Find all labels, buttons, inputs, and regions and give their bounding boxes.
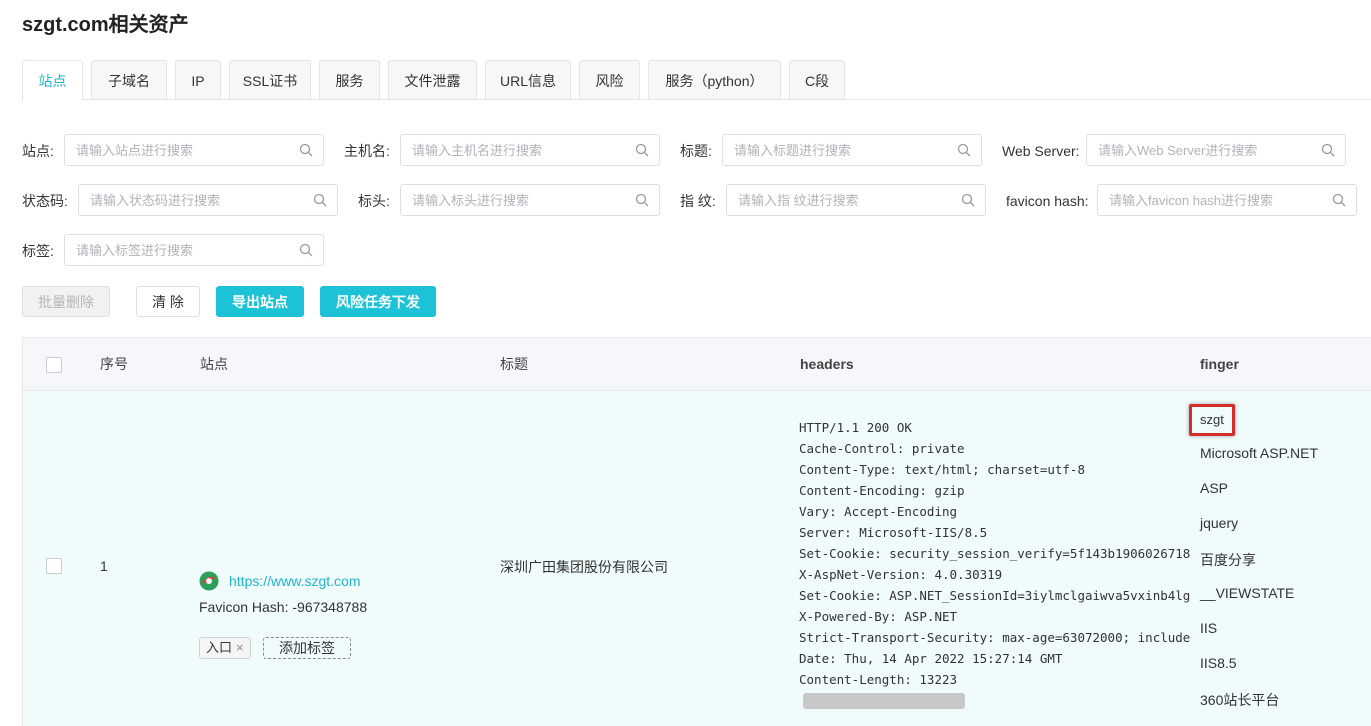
- hostname-search-box: [400, 134, 660, 166]
- tag-label: 入口: [206, 640, 233, 655]
- tag-filter-label: 标签:: [22, 243, 54, 259]
- page-title: szgt.com相关资产: [22, 14, 189, 36]
- finger-item: IIS: [1200, 620, 1218, 636]
- webserver-search-box: [1086, 134, 1346, 166]
- response-headers: HTTP/1.1 200 OK Cache-Control: private C…: [799, 420, 1191, 687]
- header-search-box: [400, 184, 660, 216]
- row-index: 1: [100, 558, 108, 574]
- search-icon[interactable]: [313, 193, 327, 207]
- search-icon[interactable]: [1321, 143, 1335, 157]
- search-icon[interactable]: [1332, 193, 1346, 207]
- finger-search-input[interactable]: [727, 185, 985, 215]
- search-icon[interactable]: [957, 143, 971, 157]
- tab-ip[interactable]: IP: [175, 60, 221, 100]
- tab-service-python[interactable]: 服务（python）: [648, 60, 781, 100]
- finger-search-box: [726, 184, 986, 216]
- favicon-search-box: [1097, 184, 1357, 216]
- header-search-input[interactable]: [401, 185, 659, 215]
- sites-table: 序号 站点 标题 headers finger 1 https://www.sz…: [22, 337, 1371, 726]
- finger-item: IIS8.5: [1200, 655, 1237, 671]
- hostname-filter-label: 主机名:: [344, 143, 390, 159]
- search-icon[interactable]: [299, 243, 313, 257]
- dispatch-risk-task-button[interactable]: 风险任务下发: [320, 286, 436, 317]
- status-search-box: [78, 184, 338, 216]
- site-search-box: [64, 134, 324, 166]
- search-icon[interactable]: [299, 143, 313, 157]
- finger-filter-label: 指 纹:: [680, 193, 716, 209]
- title-filter-label: 标题:: [680, 143, 712, 159]
- status-search-input[interactable]: [79, 185, 337, 215]
- row-title: 深圳广田集团股份有限公司: [500, 559, 668, 575]
- search-icon[interactable]: [635, 143, 649, 157]
- site-url-link[interactable]: https://www.szgt.com: [229, 573, 360, 589]
- tab-site[interactable]: 站点: [22, 60, 83, 101]
- finger-item: ASP: [1200, 480, 1229, 496]
- finger-item: jquery: [1200, 515, 1239, 531]
- select-all-checkbox[interactable]: [46, 357, 62, 373]
- tag-chip: 入口 ×: [199, 637, 251, 659]
- finger-item: 360站长平台: [1200, 692, 1280, 708]
- tab-ssl-cert[interactable]: SSL证书: [229, 60, 311, 100]
- column-index: 序号: [100, 356, 128, 372]
- tab-subdomain[interactable]: 子域名: [91, 60, 167, 100]
- search-icon[interactable]: [961, 193, 975, 207]
- site-favicon-icon: [199, 571, 219, 591]
- tab-url-info[interactable]: URL信息: [485, 60, 571, 100]
- favicon-search-input[interactable]: [1098, 185, 1356, 215]
- table-header: 序号 站点 标题 headers finger: [23, 338, 1371, 391]
- hostname-search-input[interactable]: [401, 135, 659, 165]
- clear-button[interactable]: 清 除: [136, 286, 200, 317]
- column-headers: headers: [800, 356, 854, 372]
- tab-bar: 站点 子域名 IP SSL证书 服务 文件泄露 URL信息 风险 服务（pyth…: [22, 60, 845, 101]
- finger-item: Microsoft ASP.NET: [1200, 445, 1319, 461]
- row-checkbox[interactable]: [46, 558, 62, 574]
- title-search-input[interactable]: [723, 135, 981, 165]
- tab-file-leak[interactable]: 文件泄露: [388, 60, 477, 100]
- tab-service[interactable]: 服务: [319, 60, 380, 100]
- favicon-hash: Favicon Hash: -967348788: [199, 599, 368, 615]
- export-sites-button[interactable]: 导出站点: [216, 286, 304, 317]
- table-row: 1 https://www.szgt.com Favicon Hash: -96…: [23, 391, 1371, 726]
- column-site: 站点: [200, 356, 228, 372]
- finger-item: 百度分享: [1200, 552, 1256, 568]
- tab-divider: [22, 99, 1371, 100]
- header-filter-label: 标头:: [358, 193, 390, 209]
- close-icon[interactable]: ×: [236, 640, 244, 655]
- finger-item: __VIEWSTATE: [1200, 585, 1295, 601]
- redacted-bar: [803, 693, 965, 709]
- title-search-box: [722, 134, 982, 166]
- favicon-filter-label: favicon hash:: [1006, 193, 1089, 209]
- status-filter-label: 状态码:: [22, 193, 68, 209]
- highlight-box: [1189, 404, 1235, 436]
- column-title: 标题: [500, 356, 528, 372]
- batch-delete-button[interactable]: 批量删除: [22, 286, 110, 317]
- site-search-input[interactable]: [65, 135, 323, 165]
- webserver-filter-label: Web Server:: [1002, 143, 1080, 159]
- site-filter-label: 站点:: [22, 143, 54, 159]
- tag-search-input[interactable]: [65, 235, 323, 265]
- add-tag-button[interactable]: 添加标签: [263, 637, 351, 659]
- tab-c-segment[interactable]: C段: [789, 60, 845, 100]
- tab-risk[interactable]: 风险: [579, 60, 640, 100]
- tag-search-box: [64, 234, 324, 266]
- search-icon[interactable]: [635, 193, 649, 207]
- column-finger: finger: [1200, 356, 1239, 372]
- webserver-search-input[interactable]: [1087, 135, 1345, 165]
